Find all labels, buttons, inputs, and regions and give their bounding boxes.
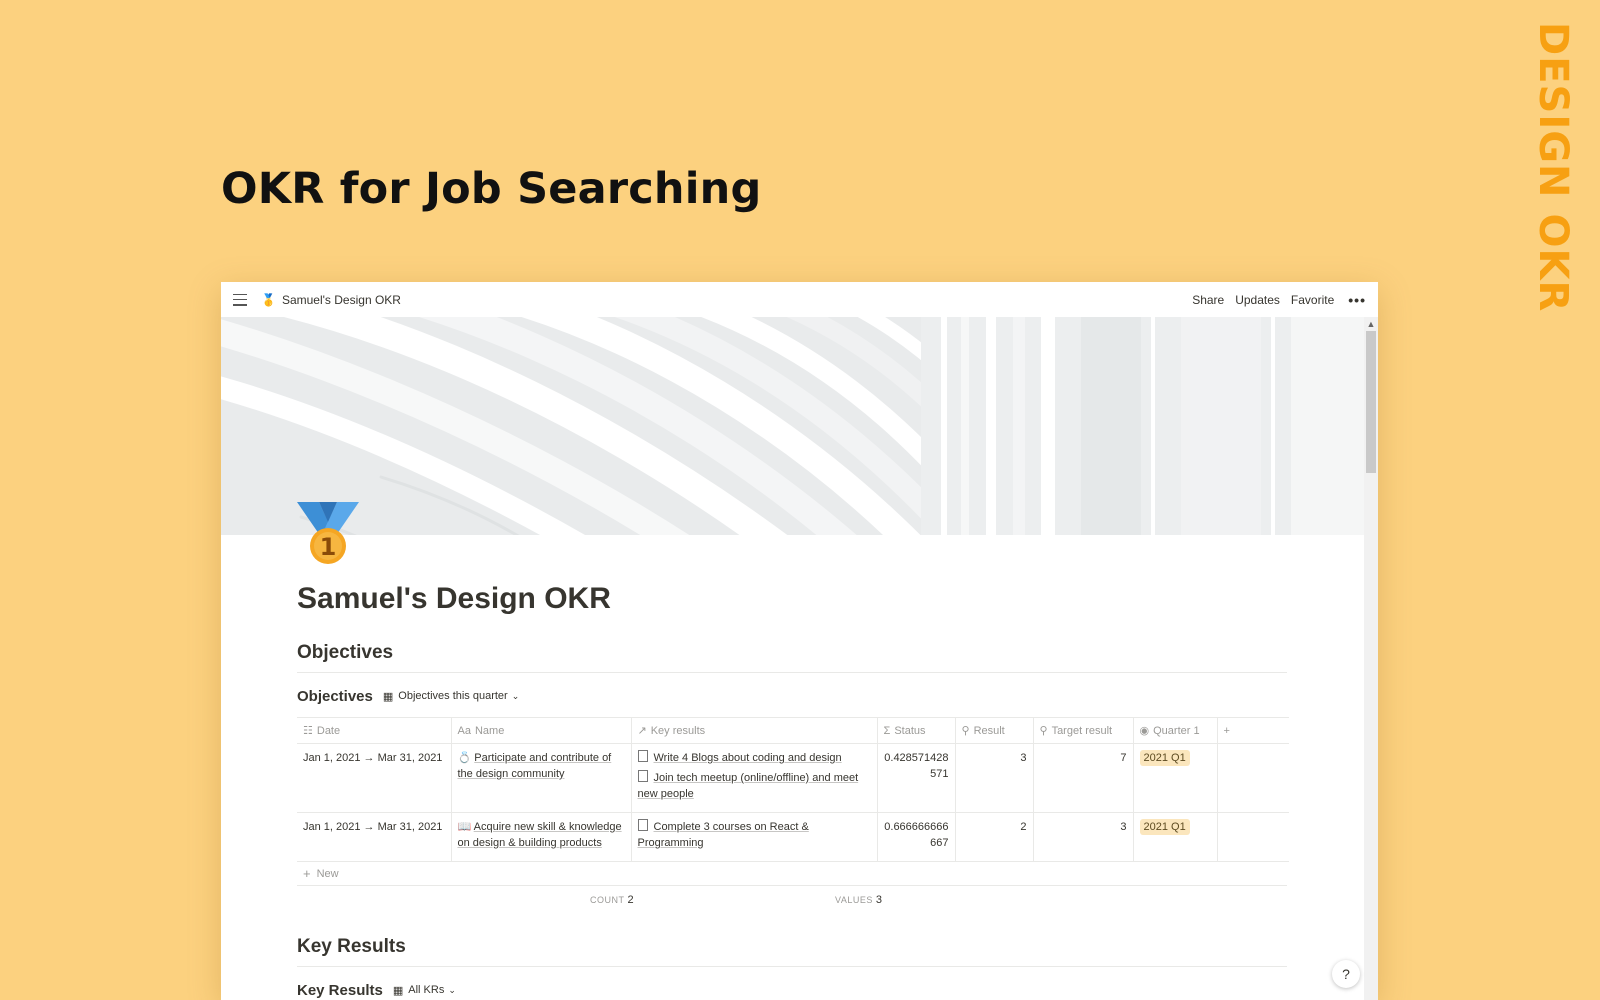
favorite-button[interactable]: Favorite <box>1291 293 1334 307</box>
view-label: Objectives this quarter <box>398 690 508 702</box>
date-cell[interactable]: Jan 1, 2021 → Mar 31, 2021 <box>297 743 452 813</box>
objectives-db-header: Objectives ▦ Objectives this quarter ⌄ <box>297 685 1287 707</box>
calculation-row: COUNT 2 VALUES 3 <box>297 886 1287 914</box>
search-icon: ⚲ <box>1039 725 1048 737</box>
empty-cell <box>1217 812 1289 862</box>
table-icon: ▦ <box>382 690 394 703</box>
topbar: 🥇 Samuel's Design OKR Share Updates Favo… <box>221 282 1378 317</box>
1st-place-medal-icon[interactable]: 1 <box>297 502 359 568</box>
page-icon <box>637 819 648 831</box>
text-icon: Aa <box>457 724 471 737</box>
col-status[interactable]: Σ Status <box>877 717 956 744</box>
table-row[interactable]: Jan 1, 2021 → Mar 31, 2021 💍 Participate… <box>297 743 1289 813</box>
quarter-cell[interactable]: 2021 Q1 <box>1133 812 1218 862</box>
result-cell[interactable]: 2 <box>955 812 1034 862</box>
target-cell[interactable]: 7 <box>1033 743 1134 813</box>
share-button[interactable]: Share <box>1192 293 1224 307</box>
more-options-icon[interactable]: ••• <box>1348 292 1366 308</box>
medal-icon: 🥇 <box>261 292 276 307</box>
col-quarter[interactable]: ◉ Quarter 1 <box>1133 717 1218 744</box>
add-column-button[interactable]: + <box>1217 717 1289 744</box>
name-cell[interactable]: 📖 Acquire new skill & knowledge on desig… <box>451 812 632 862</box>
result-cell[interactable]: 3 <box>955 743 1034 813</box>
table-header-row: ☷ Date Aa Name ↗ Key results Σ Status ⚲ Resul… <box>297 717 1289 744</box>
empty-cell <box>1217 743 1289 813</box>
breadcrumb[interactable]: Samuel's Design OKR <box>282 293 401 307</box>
col-name[interactable]: Aa Name <box>451 717 632 744</box>
view-selector[interactable]: ▦ Objectives this quarter ⌄ <box>383 690 519 703</box>
col-result[interactable]: ⚲ Result <box>955 717 1034 744</box>
relation-arrow-icon: ↗ <box>637 725 647 737</box>
key-results-db-header: Key Results ▦ All KRs ⌄ <box>297 979 1287 1000</box>
page-content: Samuel's Design OKR Objectives Objective… <box>297 582 1289 1000</box>
updates-button[interactable]: Updates <box>1235 293 1280 307</box>
quarter-cell[interactable]: 2021 Q1 <box>1133 743 1218 813</box>
view-selector[interactable]: ▦ All KRs ⌄ <box>393 984 456 997</box>
key-results-cell[interactable]: Complete 3 courses on React & Programmin… <box>631 812 878 862</box>
ring-icon: 💍 <box>457 752 475 764</box>
hero-title: OKR for Job Searching <box>221 164 762 214</box>
values-calc[interactable]: VALUES 3 <box>835 894 882 906</box>
objectives-heading: Objectives <box>297 642 1287 673</box>
kr-link[interactable]: Join tech meetup (online/offline) and me… <box>637 770 871 802</box>
svg-text:1: 1 <box>320 533 337 561</box>
select-icon: ◉ <box>1139 725 1150 737</box>
target-cell[interactable]: 3 <box>1033 812 1134 862</box>
chevron-down-icon: ⌄ <box>448 984 456 995</box>
side-label: DESIGN OKR <box>1530 22 1576 313</box>
key-results-heading: Key Results <box>297 936 1287 967</box>
calendar-icon: ☷ <box>303 725 313 737</box>
date-cell[interactable]: Jan 1, 2021 → Mar 31, 2021 <box>297 812 452 862</box>
col-target-result[interactable]: ⚲ Target result <box>1033 717 1134 744</box>
chevron-down-icon: ⌄ <box>511 690 520 701</box>
quarter-tag: 2021 Q1 <box>1139 750 1190 766</box>
help-button[interactable]: ? <box>1332 960 1360 988</box>
book-icon: 📖 <box>457 821 474 833</box>
search-icon: ⚲ <box>961 725 970 737</box>
new-row-button[interactable]: + New <box>297 862 1287 886</box>
status-cell[interactable]: 0.666666666667 <box>877 812 956 862</box>
name-cell[interactable]: 💍 Participate and contribute of the desi… <box>451 743 632 813</box>
kr-link[interactable]: Write 4 Blogs about coding and design <box>637 750 871 766</box>
col-date[interactable]: ☷ Date <box>297 717 452 744</box>
cover-image <box>221 317 1364 535</box>
page-title: Samuel's Design OKR <box>297 582 611 615</box>
table-icon: ▦ <box>392 984 404 997</box>
scroll-up-icon[interactable]: ▲ <box>1364 317 1378 331</box>
sigma-icon: Σ <box>883 724 891 737</box>
status-cell[interactable]: 0.428571428571 <box>877 743 956 813</box>
notion-window: 🥇 Samuel's Design OKR Share Updates Favo… <box>221 282 1378 1000</box>
quarter-tag: 2021 Q1 <box>1139 819 1190 835</box>
scrollbar[interactable]: ▲ <box>1364 317 1378 1000</box>
col-key-results[interactable]: ↗ Key results <box>631 717 878 744</box>
page-icon <box>637 770 648 782</box>
view-label: All KRs <box>408 984 445 996</box>
menu-icon[interactable] <box>233 293 247 306</box>
count-calc[interactable]: COUNT 2 <box>590 894 634 906</box>
objectives-table: ☷ Date Aa Name ↗ Key results Σ Status ⚲ Resul… <box>297 717 1289 862</box>
key-results-cell[interactable]: Write 4 Blogs about coding and design Jo… <box>631 743 878 813</box>
kr-link[interactable]: Complete 3 courses on React & Programmin… <box>637 819 871 851</box>
table-row[interactable]: Jan 1, 2021 → Mar 31, 2021 📖 Acquire new… <box>297 812 1289 862</box>
plus-icon: + <box>303 866 311 881</box>
page-icon <box>637 750 648 762</box>
key-results-db-title[interactable]: Key Results <box>297 982 383 999</box>
scroll-thumb[interactable] <box>1366 331 1376 473</box>
objectives-db-title[interactable]: Objectives <box>297 688 373 705</box>
